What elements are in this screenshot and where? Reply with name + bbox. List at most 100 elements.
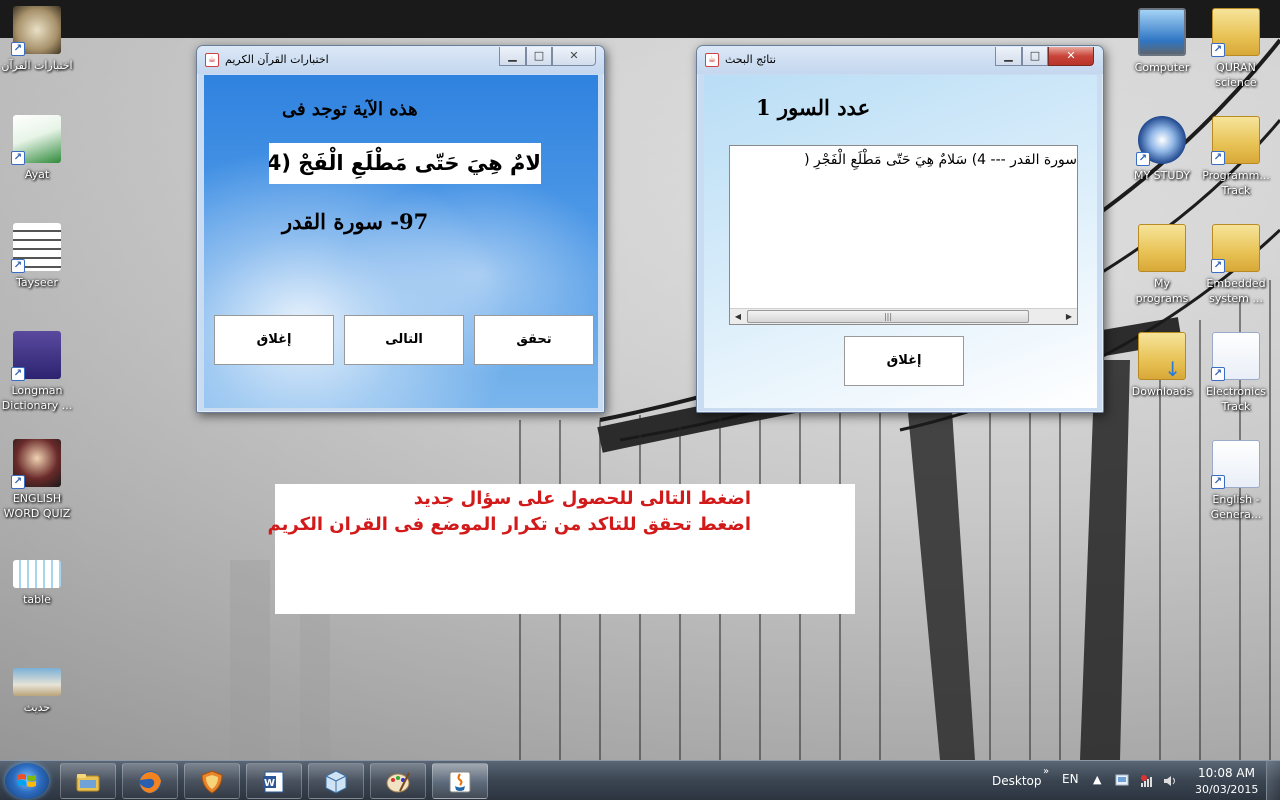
horizontal-scrollbar[interactable]: ◀ ||| ▶ [730, 308, 1077, 324]
ayat-app-icon: ↗ [11, 115, 61, 165]
results-text-area[interactable]: سورة القدر --- 4) سَلامٌ هِيَ حَتّى مَطْ… [729, 145, 1078, 325]
desktop-icon-english-quiz[interactable]: ↗ ENGLISH WORD QUIZ [1, 439, 73, 521]
shortcut-arrow-icon: ↗ [11, 259, 25, 273]
desktop-icon-label: Programm... Track [1202, 169, 1270, 197]
word-icon: W [263, 771, 284, 793]
scroll-left-icon[interactable]: ◀ [730, 309, 746, 324]
close-window-button[interactable]: ✕ [552, 47, 596, 66]
instructions-panel: اضغط التالى للحصول على سؤال جديد اضغط تح… [268, 484, 855, 614]
window-title: نتائج البحث [725, 53, 777, 66]
desktop-icon-quran-tests[interactable]: ↗ اختبارات القرآن [1, 6, 73, 73]
question-heading: هذه الآية توجد فى [282, 99, 418, 120]
toolbar-chevron-icon[interactable]: » [1043, 766, 1049, 777]
download-arrow-icon: ↓ [1164, 357, 1181, 381]
clock-date[interactable]: 30/03/2015 [1195, 783, 1258, 796]
desktop-icon-table[interactable]: table [1, 560, 73, 607]
shortcut-arrow-icon: ↗ [11, 367, 25, 381]
desktop-icon-label: Computer [1134, 61, 1190, 74]
desktop-icon-hadith[interactable]: حديث [1, 668, 73, 715]
start-button[interactable] [5, 763, 49, 799]
windows-logo-icon [18, 774, 36, 787]
desktop-toolbar-label[interactable]: Desktop [992, 774, 1042, 788]
taskbar-file-explorer[interactable] [60, 763, 116, 799]
window-titlebar[interactable]: ☕ نتائج البحث ▁ □ ✕ [697, 46, 1103, 74]
network-icon[interactable] [1140, 774, 1154, 788]
clock-time[interactable]: 10:08 AM [1198, 766, 1255, 780]
desktop-icon-longman[interactable]: ↗ Longman Dictionary ... [1, 331, 73, 413]
close-button[interactable]: إغلاق [844, 336, 964, 386]
check-button[interactable]: تحقق [474, 315, 594, 365]
scrollbar-thumb[interactable]: ||| [747, 310, 1029, 323]
shortcut-arrow-icon: ↗ [11, 42, 25, 56]
shield-icon [201, 770, 223, 794]
desktop-icon-tayseer[interactable]: ↗ Tayseer [1, 223, 73, 290]
desktop-icon-label: Tayseer [16, 276, 58, 289]
desktop-icon-electronics-track[interactable]: ↗ Electronics Track [1200, 332, 1272, 414]
scroll-right-icon[interactable]: ▶ [1061, 309, 1077, 324]
desktop-icon-my-programs[interactable]: My programs [1126, 224, 1198, 306]
taskbar-java[interactable] [432, 763, 488, 799]
quran-app-icon: ↗ [11, 6, 61, 56]
taskbar-firefox[interactable] [122, 763, 178, 799]
svg-text:W: W [264, 778, 275, 789]
result-line: سورة القدر --- 4) سَلامٌ هِيَ حَتّى مَطْ… [804, 152, 1077, 168]
my-study-icon: ↗ [1136, 116, 1186, 166]
java-icon: ☕ [205, 53, 219, 67]
minimize-button[interactable]: ▁ [499, 47, 526, 66]
desktop-icon-downloads[interactable]: ↓ Downloads [1126, 332, 1198, 399]
table-image-icon [13, 560, 61, 588]
instruction-line-next: اضغط التالى للحصول على سؤال جديد [413, 488, 751, 509]
shortcut-arrow-icon: ↗ [11, 151, 25, 165]
maximize-button[interactable]: □ [526, 47, 552, 66]
desktop-icon-label: اختبارات القرآن [1, 59, 73, 72]
cube-icon [325, 770, 347, 794]
folder-icon: ↗ [1211, 332, 1260, 381]
folder-icon [76, 774, 100, 792]
search-results-window: ☕ نتائج البحث ▁ □ ✕ عدد السور 1 سورة الق… [696, 45, 1104, 413]
shortcut-arrow-icon: ↗ [1211, 259, 1225, 273]
taskbar-paint[interactable] [370, 763, 426, 799]
java-icon [449, 771, 471, 793]
minimize-button[interactable]: ▁ [995, 47, 1022, 66]
desktop-icon-label: حديث [23, 701, 51, 714]
language-indicator[interactable]: EN [1062, 772, 1079, 786]
verse-display: لامٌ هِيَ حَتّى مَطْلَعِ الْفَجْ (4 [269, 143, 541, 184]
desktop-icon-label: table [23, 593, 51, 606]
close-window-button[interactable]: ✕ [1048, 47, 1094, 66]
taskbar-word[interactable]: W [246, 763, 302, 799]
quran-tests-window: ☕ اختبارات القرآن الكريم ▁ □ ✕ هذه الآية… [196, 45, 605, 413]
desktop-icon-label: Longman Dictionary ... [1, 384, 73, 412]
desktop-icon-label: Electronics Track [1206, 385, 1266, 413]
taskbar: W Desktop » EN ▲ 10:08 AM 30/03/2015 [0, 760, 1280, 800]
desktop-icon-programming-track[interactable]: ↗ Programm... Track [1200, 116, 1272, 198]
desktop-icon-my-study[interactable]: ↗ MY STUDY [1126, 116, 1198, 183]
document-icon: ↗ [1211, 440, 1260, 489]
downloads-folder-icon: ↓ [1138, 332, 1186, 380]
desktop-icon-label: My programs [1135, 277, 1189, 305]
taskbar-virtualbox[interactable] [308, 763, 364, 799]
desktop-icon-label: Embedded system ... [1206, 277, 1266, 305]
taskbar-security[interactable] [184, 763, 240, 799]
next-button[interactable]: التالى [344, 315, 464, 365]
desktop-icon-quran-science[interactable]: ↗ QURAN science [1200, 8, 1272, 90]
shortcut-arrow-icon: ↗ [11, 475, 25, 489]
action-center-flag-icon[interactable] [1115, 774, 1129, 788]
desktop-icon-english-general[interactable]: ↗ English - Genera... [1200, 440, 1272, 522]
surah-count-label: عدد السور 1 [756, 95, 871, 120]
desktop-icon-ayat[interactable]: ↗ Ayat [1, 115, 73, 182]
folder-icon: ↗ [1211, 224, 1260, 273]
show-desktop-button[interactable] [1266, 761, 1280, 800]
show-hidden-icons-icon[interactable]: ▲ [1093, 773, 1101, 786]
shortcut-arrow-icon: ↗ [1136, 152, 1150, 166]
shortcut-arrow-icon: ↗ [1211, 151, 1225, 165]
folder-icon: ↗ [1211, 116, 1260, 165]
volume-icon[interactable] [1163, 774, 1177, 788]
desktop-icon-embedded-system[interactable]: ↗ Embedded system ... [1200, 224, 1272, 306]
desktop-icon-computer[interactable]: Computer [1126, 8, 1198, 75]
close-button[interactable]: إغلاق [214, 315, 334, 365]
tayseer-app-icon: ↗ [11, 223, 61, 273]
palette-icon [386, 772, 410, 793]
maximize-button[interactable]: □ [1022, 47, 1048, 66]
desktop-icon-label: MY STUDY [1133, 169, 1191, 182]
window-titlebar[interactable]: ☕ اختبارات القرآن الكريم ▁ □ ✕ [197, 46, 604, 74]
